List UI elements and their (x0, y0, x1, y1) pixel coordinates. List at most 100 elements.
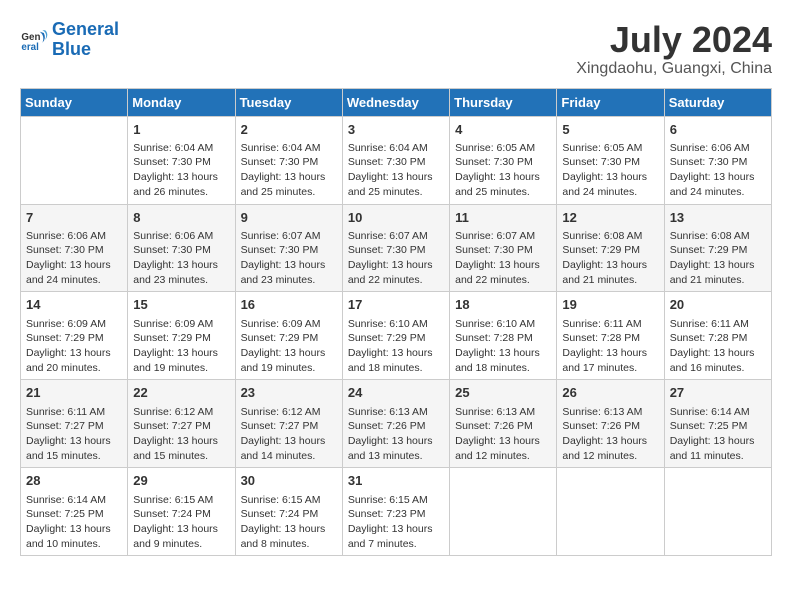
calendar-day-header: Tuesday (235, 88, 342, 116)
day-info: and 22 minutes. (455, 273, 551, 288)
calendar-cell: 16Sunrise: 6:09 AMSunset: 7:29 PMDayligh… (235, 292, 342, 380)
day-number: 20 (670, 296, 766, 314)
day-info: Sunrise: 6:15 AM (241, 493, 337, 508)
day-info: Sunset: 7:30 PM (348, 155, 444, 170)
day-number: 21 (26, 384, 122, 402)
day-number: 13 (670, 209, 766, 227)
day-info: Sunset: 7:26 PM (348, 419, 444, 434)
day-info: Daylight: 13 hours (348, 434, 444, 449)
day-number: 5 (562, 121, 658, 139)
day-info: and 25 minutes. (455, 185, 551, 200)
day-number: 9 (241, 209, 337, 227)
day-info: Sunrise: 6:05 AM (455, 141, 551, 156)
day-info: Daylight: 13 hours (241, 434, 337, 449)
svg-text:eral: eral (21, 42, 39, 53)
day-info: and 12 minutes. (455, 449, 551, 464)
day-info: and 18 minutes. (455, 361, 551, 376)
calendar-cell: 27Sunrise: 6:14 AMSunset: 7:25 PMDayligh… (664, 380, 771, 468)
day-info: Sunrise: 6:12 AM (133, 405, 229, 420)
day-info: Daylight: 13 hours (348, 258, 444, 273)
day-info: Sunrise: 6:11 AM (26, 405, 122, 420)
day-info: Sunset: 7:27 PM (241, 419, 337, 434)
day-info: Sunset: 7:30 PM (133, 243, 229, 258)
calendar-cell: 25Sunrise: 6:13 AMSunset: 7:26 PMDayligh… (450, 380, 557, 468)
day-info: Sunset: 7:28 PM (455, 331, 551, 346)
day-info: and 24 minutes. (26, 273, 122, 288)
day-number: 8 (133, 209, 229, 227)
day-info: Sunset: 7:29 PM (26, 331, 122, 346)
day-info: Daylight: 13 hours (455, 434, 551, 449)
day-info: Sunrise: 6:14 AM (26, 493, 122, 508)
day-info: Daylight: 13 hours (348, 170, 444, 185)
day-info: Daylight: 13 hours (26, 522, 122, 537)
calendar-cell (557, 468, 664, 556)
day-info: Sunset: 7:29 PM (348, 331, 444, 346)
calendar-table: SundayMondayTuesdayWednesdayThursdayFrid… (20, 88, 772, 557)
day-info: Sunset: 7:26 PM (455, 419, 551, 434)
day-info: and 21 minutes. (562, 273, 658, 288)
day-number: 17 (348, 296, 444, 314)
title-block: July 2024 Xingdaohu, Guangxi, China (576, 20, 772, 78)
day-info: Sunrise: 6:13 AM (455, 405, 551, 420)
day-info: Sunset: 7:29 PM (241, 331, 337, 346)
page-header: Gen eral GeneralBlue July 2024 Xingdaohu… (20, 20, 772, 78)
day-info: Sunset: 7:30 PM (26, 243, 122, 258)
day-info: Sunrise: 6:07 AM (455, 229, 551, 244)
day-info: Daylight: 13 hours (133, 434, 229, 449)
day-info: and 11 minutes. (670, 449, 766, 464)
day-info: Daylight: 13 hours (133, 258, 229, 273)
calendar-day-header: Friday (557, 88, 664, 116)
day-info: Daylight: 13 hours (133, 522, 229, 537)
day-info: and 23 minutes. (241, 273, 337, 288)
calendar-cell: 19Sunrise: 6:11 AMSunset: 7:28 PMDayligh… (557, 292, 664, 380)
day-info: Sunset: 7:30 PM (133, 155, 229, 170)
day-info: Sunset: 7:25 PM (26, 507, 122, 522)
day-info: Daylight: 13 hours (455, 346, 551, 361)
day-info: Sunset: 7:30 PM (455, 155, 551, 170)
day-info: Sunrise: 6:09 AM (26, 317, 122, 332)
calendar-cell: 29Sunrise: 6:15 AMSunset: 7:24 PMDayligh… (128, 468, 235, 556)
day-number: 22 (133, 384, 229, 402)
day-number: 1 (133, 121, 229, 139)
day-info: Daylight: 13 hours (241, 258, 337, 273)
day-info: Sunrise: 6:10 AM (348, 317, 444, 332)
day-number: 7 (26, 209, 122, 227)
day-info: Sunrise: 6:04 AM (133, 141, 229, 156)
day-info: Sunrise: 6:10 AM (455, 317, 551, 332)
day-info: and 24 minutes. (562, 185, 658, 200)
day-info: Sunset: 7:29 PM (133, 331, 229, 346)
calendar-cell: 8 Sunrise: 6:06 AMSunset: 7:30 PMDaylight… (128, 204, 235, 292)
day-info: Daylight: 13 hours (670, 170, 766, 185)
day-number: 15 (133, 296, 229, 314)
day-info: and 14 minutes. (241, 449, 337, 464)
day-info: Sunset: 7:30 PM (455, 243, 551, 258)
day-info: Sunrise: 6:04 AM (241, 141, 337, 156)
day-info: and 8 minutes. (241, 537, 337, 552)
day-info: Sunset: 7:30 PM (241, 243, 337, 258)
day-info: Daylight: 13 hours (562, 258, 658, 273)
calendar-cell: 24Sunrise: 6:13 AMSunset: 7:26 PMDayligh… (342, 380, 449, 468)
calendar-cell: 18Sunrise: 6:10 AMSunset: 7:28 PMDayligh… (450, 292, 557, 380)
day-number: 12 (562, 209, 658, 227)
day-info: Sunrise: 6:06 AM (670, 141, 766, 156)
day-info: Sunrise: 6:09 AM (133, 317, 229, 332)
day-info: and 17 minutes. (562, 361, 658, 376)
day-info: Sunset: 7:28 PM (562, 331, 658, 346)
calendar-week-row: 7Sunrise: 6:06 AMSunset: 7:30 PMDaylight… (21, 204, 772, 292)
day-number: 4 (455, 121, 551, 139)
day-info: Sunrise: 6:06 AM (133, 229, 229, 244)
day-info: and 21 minutes. (670, 273, 766, 288)
day-info: Sunset: 7:24 PM (133, 507, 229, 522)
calendar-day-header: Monday (128, 88, 235, 116)
day-number: 28 (26, 472, 122, 490)
calendar-cell: 11Sunrise: 6:07 AMSunset: 7:30 PMDayligh… (450, 204, 557, 292)
day-info: and 22 minutes. (348, 273, 444, 288)
day-info: Sunrise: 6:15 AM (133, 493, 229, 508)
day-info: Daylight: 13 hours (241, 522, 337, 537)
day-info: Daylight: 13 hours (241, 346, 337, 361)
day-number: 11 (455, 209, 551, 227)
calendar-day-header: Saturday (664, 88, 771, 116)
calendar-day-header: Thursday (450, 88, 557, 116)
day-info: and 19 minutes. (133, 361, 229, 376)
subtitle: Xingdaohu, Guangxi, China (576, 60, 772, 78)
